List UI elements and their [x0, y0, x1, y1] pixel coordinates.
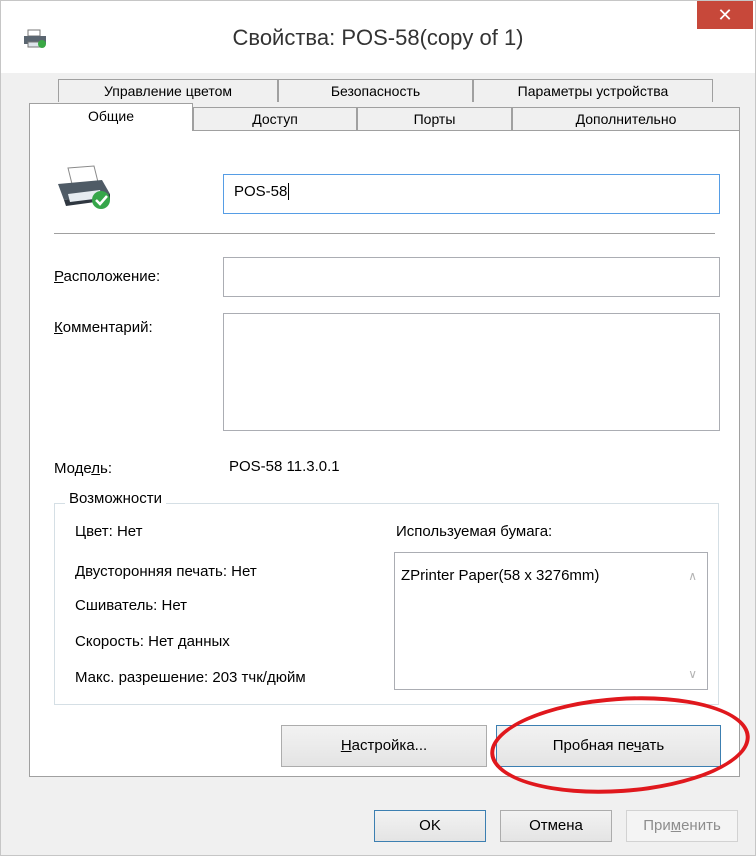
model-value: POS-58 11.3.0.1 — [229, 458, 340, 475]
tab-sharing[interactable]: Доступ — [193, 107, 357, 130]
feature-speed: Скорость: Нет данных — [75, 633, 230, 650]
features-group-title: Возможности — [65, 490, 166, 507]
feature-duplex: Двусторонняя печать: Нет — [75, 563, 257, 580]
printer-name-value: POS-58 — [234, 183, 288, 200]
window-title: Свойства: POS-58(copy of 1) — [232, 25, 524, 50]
settings-button[interactable]: Настройка... — [281, 725, 487, 767]
printer-name-input[interactable]: POS-58 — [223, 174, 720, 214]
comment-label: Комментарий: — [54, 319, 153, 336]
scroll-up-icon[interactable]: ∧ — [688, 569, 697, 583]
printer-icon — [58, 165, 110, 209]
feature-max-resolution: Макс. разрешение: 203 тчк/дюйм — [75, 669, 306, 686]
apply-button[interactable]: Применить — [626, 810, 738, 842]
divider — [54, 233, 715, 234]
feature-color: Цвет: Нет — [75, 523, 143, 540]
tab-ports[interactable]: Порты — [357, 107, 512, 130]
feature-stapler: Сшиватель: Нет — [75, 597, 188, 614]
ok-button[interactable]: OK — [374, 810, 486, 842]
comment-textarea[interactable] — [223, 313, 720, 431]
model-label: Модель: — [54, 460, 113, 477]
scroll-down-icon[interactable]: ∨ — [688, 667, 697, 681]
tab-general[interactable]: Общие — [29, 103, 193, 131]
tab-color-management[interactable]: Управление цветом — [58, 79, 278, 102]
location-input[interactable] — [223, 257, 720, 297]
title-bar[interactable]: Свойства: POS-58(copy of 1) ✕ — [1, 1, 755, 73]
location-label: Расположение: — [54, 268, 161, 285]
paper-label: Используемая бумага: — [396, 523, 553, 540]
close-icon: ✕ — [717, 5, 733, 25]
tab-device-settings[interactable]: Параметры устройства — [473, 79, 713, 102]
paper-listbox[interactable]: ZPrinter Paper(58 x 3276mm) ∧ ∨ — [394, 552, 708, 690]
close-button[interactable]: ✕ — [697, 1, 753, 29]
properties-dialog: Свойства: POS-58(copy of 1) ✕ Управление… — [0, 0, 756, 856]
tab-advanced[interactable]: Дополнительно — [512, 107, 740, 130]
tab-security[interactable]: Безопасность — [278, 79, 473, 102]
list-item[interactable]: ZPrinter Paper(58 x 3276mm) — [401, 567, 599, 584]
cancel-button[interactable]: Отмена — [500, 810, 612, 842]
